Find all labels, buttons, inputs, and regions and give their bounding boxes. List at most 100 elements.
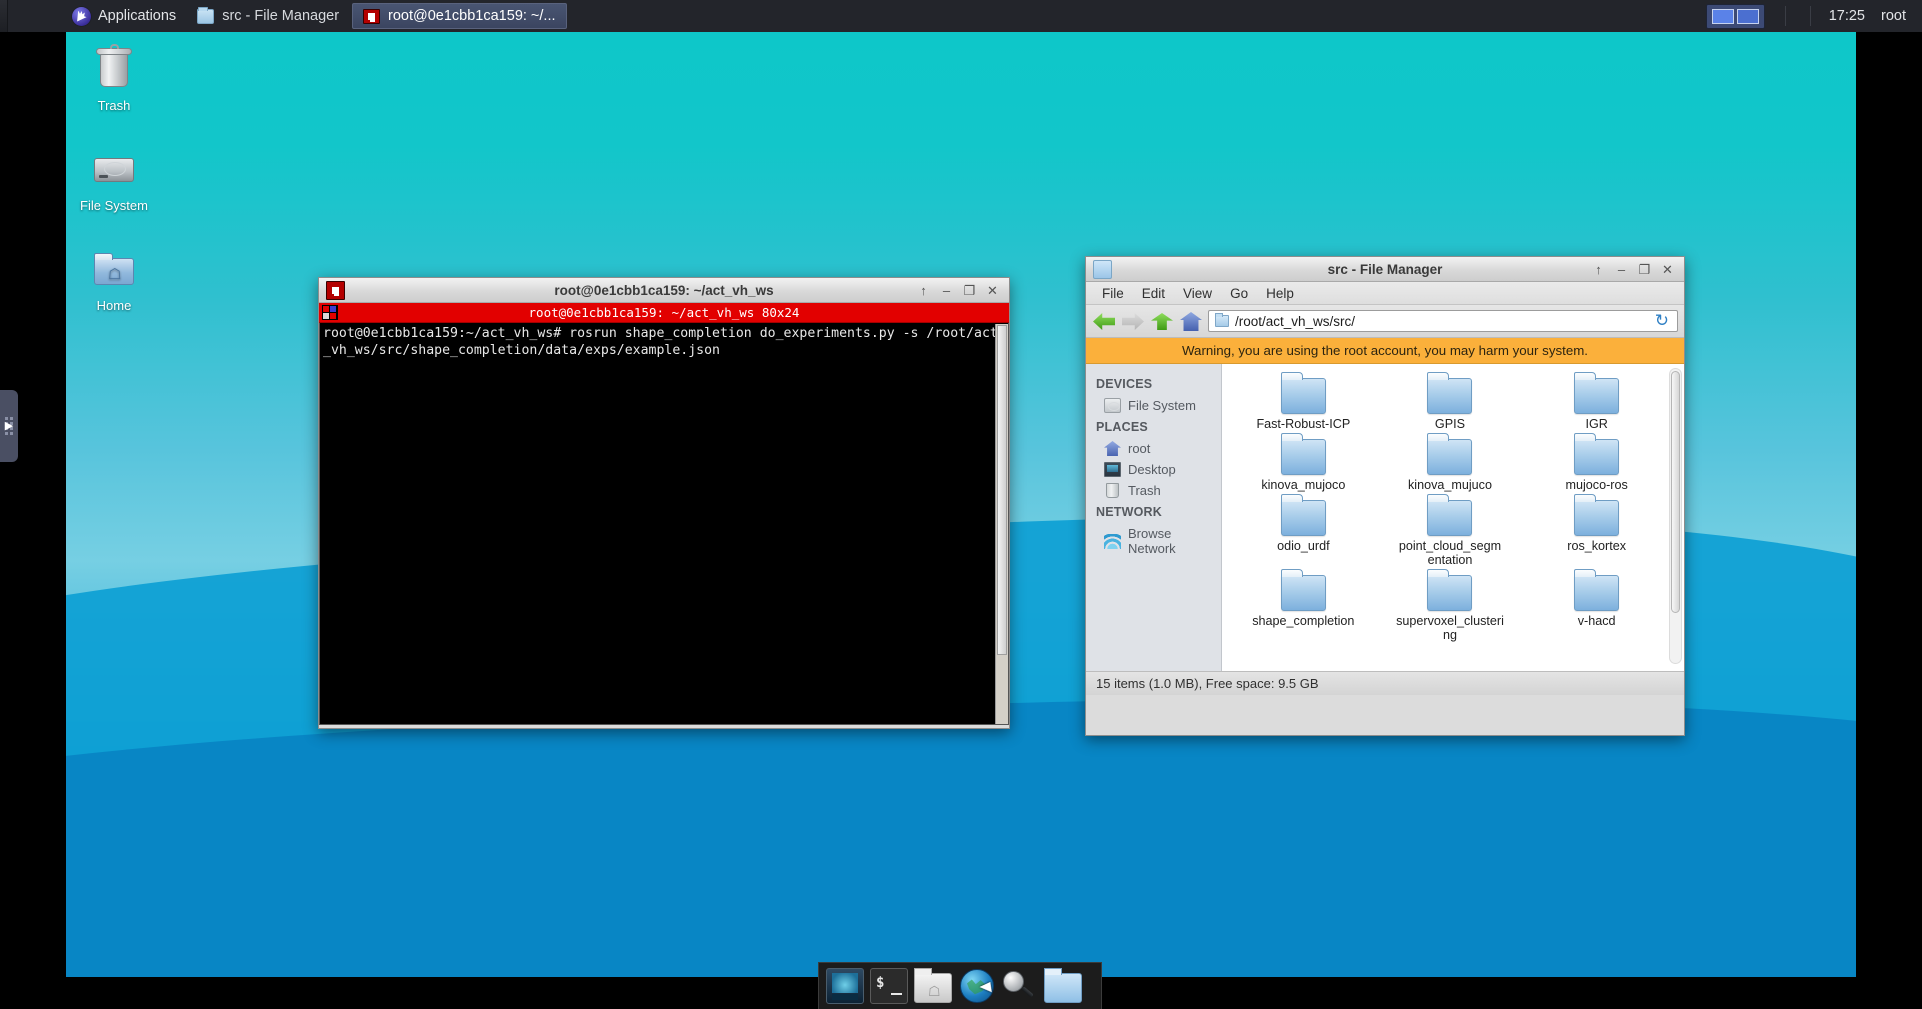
- file-item-label: IGR: [1585, 417, 1608, 431]
- terminal-icon[interactable]: $: [870, 968, 908, 1004]
- workspace-1[interactable]: [1711, 8, 1734, 24]
- terminal-output[interactable]: root@0e1cbb1ca159:~/act_vh_ws# rosrun sh…: [319, 323, 1009, 725]
- file-item[interactable]: shape_completion: [1247, 569, 1359, 642]
- file-manager-icon[interactable]: [1044, 968, 1082, 1003]
- desktop-icon-file-system[interactable]: File System: [66, 146, 162, 213]
- harddisk-icon: [1104, 398, 1121, 413]
- folder-icon: [1427, 494, 1473, 536]
- task-button-file-manager-label: src - File Manager: [222, 8, 340, 24]
- file-manager-titlebar[interactable]: src - File Manager ↑ – ❐ ✕: [1086, 257, 1684, 282]
- bottom-dock: $ ☖: [818, 962, 1102, 1009]
- terminal-tab-title: root@0e1cbb1ca159: ~/act_vh_ws 80x24: [528, 305, 800, 320]
- home-icon: [1104, 441, 1121, 456]
- file-item[interactable]: kinova_mujoco: [1247, 433, 1359, 492]
- file-item-label: mujoco-ros: [1565, 478, 1628, 492]
- file-manager-toolbar: /root/act_vh_ws/src/ ↻: [1086, 305, 1684, 338]
- terminal-titlebar[interactable]: root@0e1cbb1ca159: ~/act_vh_ws ↑ – ❐ ✕: [319, 278, 1009, 303]
- file-item-label: odio_urdf: [1277, 539, 1330, 553]
- menu-file[interactable]: File: [1094, 284, 1132, 303]
- sidebar-item-trash[interactable]: Trash: [1086, 480, 1221, 501]
- window-task-list: src - File Manager root@0e1cbb1ca159: ~/…: [186, 0, 568, 32]
- show-desktop-icon[interactable]: [826, 968, 864, 1004]
- file-view-scrollbar-thumb[interactable]: [1671, 371, 1680, 613]
- file-item[interactable]: odio_urdf: [1247, 494, 1359, 567]
- root-warning-banner: Warning, you are using the root account,…: [1086, 338, 1684, 364]
- file-item-label: kinova_mujoco: [1261, 478, 1346, 492]
- sidebar-item-root[interactable]: root: [1086, 438, 1221, 459]
- folder-icon: [1427, 569, 1473, 611]
- reload-icon[interactable]: ↻: [1655, 311, 1671, 331]
- file-manager-menubar: File Edit View Go Help: [1086, 282, 1684, 305]
- sidebar-item-file-system[interactable]: File System: [1086, 395, 1221, 416]
- file-item[interactable]: GPIS: [1394, 372, 1506, 431]
- folder-icon: [1280, 372, 1326, 414]
- shade-button[interactable]: ↑: [917, 284, 930, 297]
- terminal-scrollbar[interactable]: [995, 324, 1008, 724]
- search-icon[interactable]: [1000, 968, 1038, 1004]
- file-item-label: kinova_mujuco: [1407, 478, 1492, 492]
- minimize-button[interactable]: –: [940, 284, 953, 297]
- panel-handle[interactable]: [0, 0, 8, 32]
- folder-icon: [1427, 372, 1473, 414]
- forward-button[interactable]: [1121, 310, 1145, 332]
- close-button[interactable]: ✕: [1661, 263, 1674, 276]
- terminal-window[interactable]: root@0e1cbb1ca159: ~/act_vh_ws ↑ – ❐ ✕ r…: [318, 277, 1010, 729]
- maximize-button[interactable]: ❐: [1638, 263, 1651, 276]
- minimize-button[interactable]: –: [1615, 263, 1628, 276]
- task-button-terminal[interactable]: root@0e1cbb1ca159: ~/...: [352, 3, 567, 29]
- back-button[interactable]: [1092, 310, 1116, 332]
- sidebar-item-desktop-label: Desktop: [1128, 462, 1176, 477]
- menu-edit[interactable]: Edit: [1134, 284, 1173, 303]
- terminal-tab-bar[interactable]: root@0e1cbb1ca159: ~/act_vh_ws 80x24: [319, 303, 1009, 323]
- file-item[interactable]: IGR: [1541, 372, 1653, 431]
- menu-go[interactable]: Go: [1222, 284, 1256, 303]
- applications-menu-button[interactable]: Applications: [60, 0, 186, 32]
- file-item-label: point_cloud_segmentation: [1398, 539, 1502, 567]
- maximize-button[interactable]: ❐: [963, 284, 976, 297]
- web-browser-icon[interactable]: [960, 969, 995, 1003]
- terminal-title: root@0e1cbb1ca159: ~/act_vh_ws: [554, 282, 774, 298]
- file-item[interactable]: mujoco-ros: [1541, 433, 1653, 492]
- close-button[interactable]: ✕: [986, 284, 999, 297]
- shade-button[interactable]: ↑: [1592, 263, 1605, 276]
- terminal-window-buttons: ↑ – ❐ ✕: [917, 284, 1005, 297]
- file-item[interactable]: ros_kortex: [1541, 494, 1653, 567]
- file-manager-window[interactable]: src - File Manager ↑ – ❐ ✕ File Edit Vie…: [1085, 256, 1685, 736]
- menu-view[interactable]: View: [1175, 284, 1220, 303]
- file-item[interactable]: v-hacd: [1541, 569, 1653, 642]
- desktop-icon-trash[interactable]: Trash: [66, 44, 162, 113]
- clock[interactable]: 17:25: [1823, 8, 1871, 24]
- sidebar-header-places: PLACES: [1096, 420, 1148, 434]
- home-button[interactable]: [1179, 310, 1203, 332]
- desktop-icon-home[interactable]: ☖ Home: [66, 246, 162, 313]
- task-button-file-manager[interactable]: src - File Manager: [186, 3, 350, 29]
- workspace-2[interactable]: [1736, 8, 1759, 24]
- sidebar-item-desktop[interactable]: Desktop: [1086, 459, 1221, 480]
- home-folder-icon[interactable]: ☖: [914, 968, 952, 1003]
- file-icon-grid: Fast-Robust-ICP GPIS IGR kinova_mujoco k…: [1222, 364, 1684, 642]
- harddisk-icon: [90, 146, 138, 194]
- file-item[interactable]: kinova_mujuco: [1394, 433, 1506, 492]
- sidebar-item-browse-network-label: Browse Network: [1128, 526, 1176, 556]
- folder-icon: [1574, 569, 1620, 611]
- screen: Applications src - File Manager root@0e1…: [0, 0, 1922, 1009]
- user-label[interactable]: root: [1871, 8, 1922, 24]
- file-item[interactable]: supervoxel_clustering: [1394, 569, 1506, 642]
- workspace-switcher[interactable]: [1705, 3, 1765, 29]
- file-item[interactable]: point_cloud_segmentation: [1394, 494, 1506, 567]
- file-manager-file-view[interactable]: Fast-Robust-ICP GPIS IGR kinova_mujoco k…: [1222, 364, 1684, 671]
- file-manager-status-text: 15 items (1.0 MB), Free space: 9.5 GB: [1096, 676, 1319, 691]
- sidebar-item-browse-network[interactable]: Browse Network: [1086, 523, 1221, 559]
- file-item[interactable]: Fast-Robust-ICP: [1247, 372, 1359, 431]
- path-input[interactable]: /root/act_vh_ws/src/ ↻: [1208, 310, 1678, 332]
- file-manager-statusbar: 15 items (1.0 MB), Free space: 9.5 GB: [1086, 671, 1684, 695]
- sidebar-header-devices: DEVICES: [1096, 377, 1153, 391]
- file-item-label: GPIS: [1434, 417, 1466, 431]
- hidden-panel-handle[interactable]: ▶: [0, 390, 18, 462]
- folder-icon: [1280, 494, 1326, 536]
- menu-help[interactable]: Help: [1258, 284, 1302, 303]
- terminal-icon: [363, 8, 381, 24]
- up-button[interactable]: [1150, 310, 1174, 332]
- terminal-scrollbar-thumb[interactable]: [997, 325, 1007, 655]
- file-view-scrollbar[interactable]: [1669, 368, 1682, 664]
